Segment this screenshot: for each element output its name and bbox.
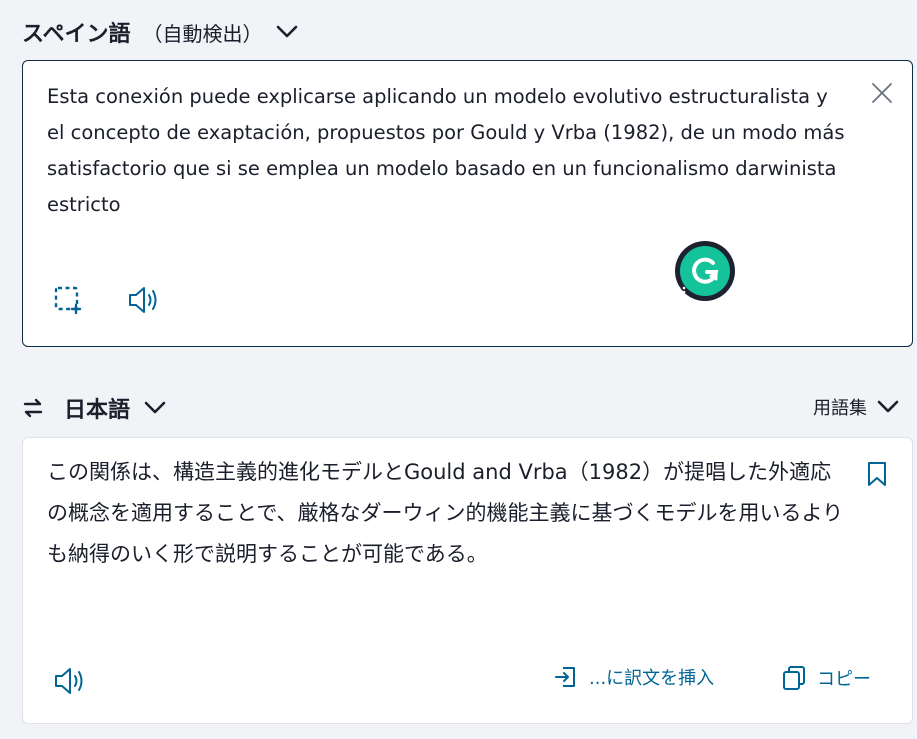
source-text-panel: Esta conexión puede explicarse aplicando… — [22, 60, 913, 347]
target-language-name: 日本語 — [64, 398, 131, 423]
grammarly-drag-icon — [677, 286, 686, 298]
source-text-input[interactable]: Esta conexión puede explicarse aplicando… — [47, 79, 847, 223]
bookmark-icon[interactable] — [866, 460, 888, 488]
source-language-selector[interactable]: スペイン語 （自動検出） — [22, 16, 298, 48]
insert-translation-label: ...に訳文を挿入 — [589, 668, 715, 689]
glossary-button[interactable]: 用語集 — [813, 394, 899, 420]
copy-icon — [781, 664, 807, 692]
speaker-icon[interactable] — [127, 283, 163, 317]
insert-icon — [553, 664, 579, 690]
target-text-panel: この関係は、構造主義的進化モデルとGould and Vrba（1982）が提唱… — [22, 437, 913, 724]
chevron-down-icon — [877, 400, 899, 414]
copy-label: コピー — [817, 669, 871, 690]
chevron-down-icon — [144, 401, 166, 415]
source-language-row: スペイン語 （自動検出） — [22, 12, 917, 52]
swap-icon[interactable] — [22, 397, 44, 419]
auto-detect-label: （自動検出） — [142, 21, 263, 46]
chevron-down-icon — [276, 25, 298, 39]
copy-button[interactable]: コピー — [781, 664, 871, 692]
close-icon[interactable] — [870, 81, 894, 105]
target-language-row: 日本語 用語集 — [22, 388, 911, 428]
grammarly-icon[interactable] — [675, 241, 735, 301]
glossary-label: 用語集 — [813, 398, 867, 419]
select-area-icon[interactable] — [53, 285, 83, 315]
speaker-icon[interactable] — [53, 664, 89, 698]
translation-text: この関係は、構造主義的進化モデルとGould and Vrba（1982）が提唱… — [47, 460, 844, 566]
source-language-name: スペイン語 — [22, 22, 131, 47]
target-language-selector[interactable]: 日本語 — [64, 392, 166, 424]
translator-app: スペイン語 （自動検出） Esta conexión puede explica… — [0, 0, 917, 739]
insert-translation-button[interactable]: ...に訳文を挿入 — [553, 664, 714, 690]
